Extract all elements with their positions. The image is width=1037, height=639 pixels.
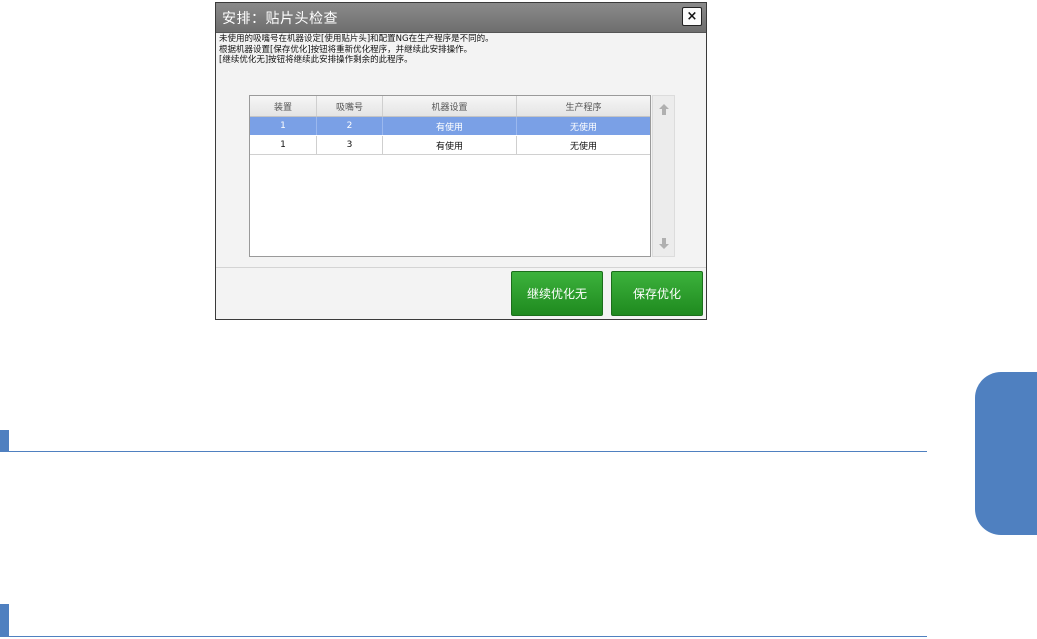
table-cell: 1 (250, 117, 317, 135)
message-line: 根据机器设置[保存优化]按钮将重新优化程序，并继续此安排操作。 (219, 44, 473, 55)
arrow-down-icon (658, 237, 669, 249)
section-divider (0, 451, 927, 452)
arrow-up-icon (658, 103, 669, 115)
section-marker (0, 604, 9, 637)
section-marker (0, 430, 9, 452)
column-header-device[interactable]: 装置 (250, 96, 317, 116)
column-header-production-program[interactable]: 生产程序 (517, 96, 650, 116)
continue-without-optimize-button[interactable]: 继续优化无 (511, 271, 603, 316)
nozzle-table: 装置 吸嘴号 机器设置 生产程序 1 2 有使用 无使用 1 3 有使用 无使用 (249, 95, 651, 257)
message-line: [继续优化无]按钮将继续此安排操作剩余的此程序。 (219, 55, 413, 65)
table-cell: 无使用 (569, 141, 597, 152)
table-cell: 有使用 (383, 117, 517, 135)
table-cell: 有使用 (383, 136, 517, 154)
section-divider (0, 636, 927, 637)
save-optimize-button[interactable]: 保存优化 (611, 271, 703, 316)
table-row[interactable]: 1 3 有使用 无使用 (250, 136, 650, 155)
table-cell: 1 (250, 136, 317, 154)
side-tab-decoration (975, 372, 1037, 535)
scroll-down-button[interactable] (653, 232, 674, 254)
table-scrollbar[interactable] (652, 95, 675, 257)
dialog-message: 未使用的吸嘴号在机器设定[使用贴片头]和配置NG在生产程序是不同的。 根据机器设… (219, 34, 494, 66)
footer-divider (216, 267, 706, 268)
scroll-up-button[interactable] (653, 98, 674, 120)
column-header-machine-setting[interactable]: 机器设置 (383, 96, 517, 116)
dialog-title: 安排：贴片头检查 (222, 11, 338, 27)
message-line: 未使用的吸嘴号在机器设定[使用贴片头]和配置NG在生产程序是不同的。 (219, 34, 494, 44)
arrange-dialog: 安排：贴片头检查 × 未使用的吸嘴号在机器设定[使用贴片头]和配置NG在生产程序… (215, 2, 707, 320)
table-row[interactable]: 1 2 有使用 无使用 (250, 117, 650, 135)
table-cell: 3 (317, 136, 383, 154)
column-header-nozzle[interactable]: 吸嘴号 (317, 96, 383, 116)
table-cell: 2 (317, 117, 383, 135)
close-button[interactable]: × (682, 7, 702, 26)
table-cell: 无使用 (569, 122, 597, 133)
table-header: 装置 吸嘴号 机器设置 生产程序 (250, 96, 650, 117)
dialog-titlebar: 安排：贴片头检查 × (216, 3, 706, 33)
close-icon: × (686, 9, 698, 24)
